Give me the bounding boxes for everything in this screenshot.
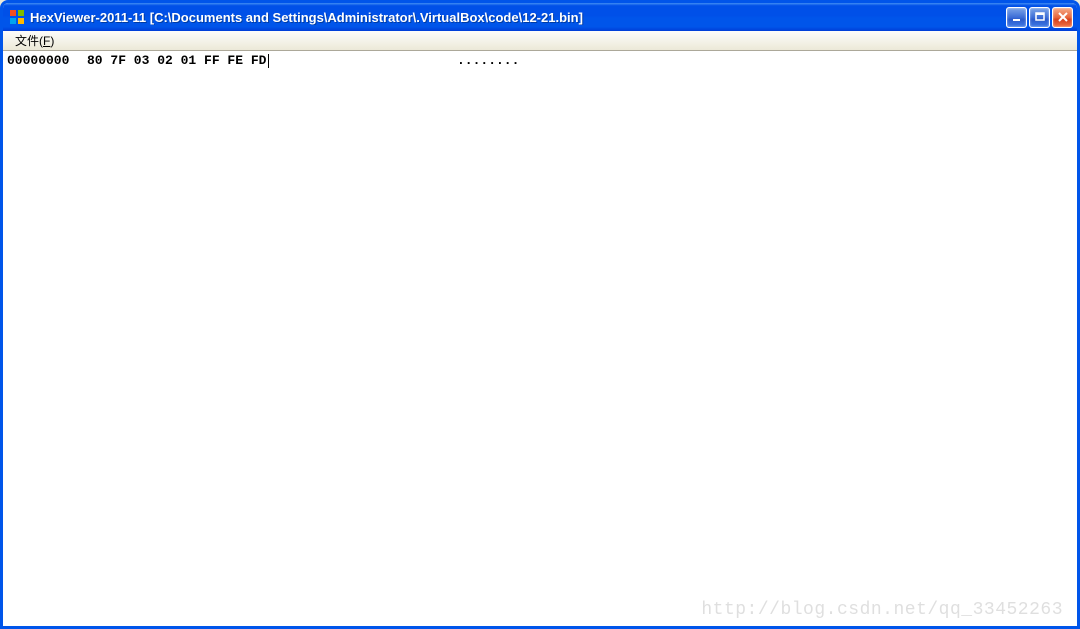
menu-file[interactable]: 文件(F) (9, 30, 60, 51)
app-window: HexViewer-2011-11 [C:\Documents and Sett… (0, 0, 1080, 629)
hex-ascii: ........ (457, 53, 519, 68)
window-controls (1006, 7, 1073, 28)
menu-file-label: 文件 (15, 34, 39, 48)
menu-file-hotkey: F (43, 34, 50, 48)
hex-offset: 00000000 (7, 53, 87, 68)
hex-row: 00000000 80 7F 03 02 01 FF FE FD .......… (3, 52, 1077, 69)
hex-viewport[interactable]: 00000000 80 7F 03 02 01 FF FE FD .......… (3, 51, 1077, 626)
minimize-button[interactable] (1006, 7, 1027, 28)
watermark-text: http://blog.csdn.net/qq_33452263 (701, 600, 1063, 620)
text-cursor (268, 54, 269, 68)
window-title: HexViewer-2011-11 [C:\Documents and Sett… (30, 10, 1006, 25)
maximize-button[interactable] (1029, 7, 1050, 28)
app-icon (9, 9, 25, 25)
close-button[interactable] (1052, 7, 1073, 28)
menubar: 文件(F) (3, 31, 1077, 51)
titlebar[interactable]: HexViewer-2011-11 [C:\Documents and Sett… (3, 3, 1077, 31)
hex-bytes: 80 7F 03 02 01 FF FE FD (87, 53, 457, 68)
